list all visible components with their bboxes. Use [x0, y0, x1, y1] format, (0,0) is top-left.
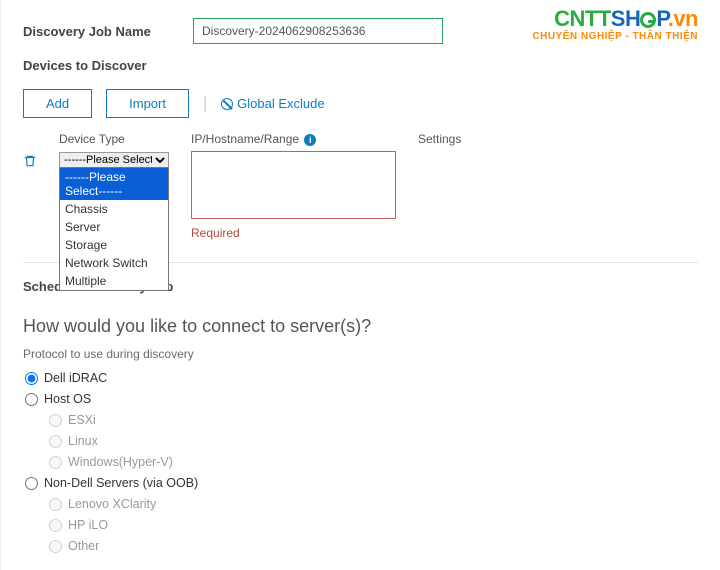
radio-non-dell[interactable]: Non-Dell Servers (via OOB) [25, 476, 698, 490]
cart-ring-icon [640, 12, 656, 28]
devices-section-title: Devices to Discover [23, 58, 698, 73]
add-button[interactable]: Add [23, 89, 92, 118]
required-text: Required [191, 226, 396, 240]
settings-label: Settings [418, 132, 698, 146]
radio-linux[interactable]: Linux [49, 434, 698, 448]
jobname-label: Discovery Job Name [23, 24, 193, 39]
trash-icon [23, 156, 37, 171]
jobname-input[interactable] [193, 18, 443, 44]
info-icon[interactable]: i [304, 134, 316, 146]
radio-dell-idrac[interactable]: Dell iDRAC [25, 371, 698, 385]
ip-hostname-input[interactable] [191, 151, 396, 219]
exclude-icon [221, 98, 233, 110]
option-please-select[interactable]: ------Please Select------ [60, 168, 168, 200]
brand-logo: CNTTSHP.vn CHUYÊN NGHIỆP - THÂN THIỆN [532, 8, 698, 42]
option-multiple[interactable]: Multiple [60, 272, 168, 290]
ip-hostname-label: IP/Hostname/Range i [191, 132, 396, 146]
device-type-dropdown[interactable]: ------Please Select------ Chassis Server… [59, 167, 169, 291]
option-network-switch[interactable]: Network Switch [60, 254, 168, 272]
radio-hpilo[interactable]: HP iLO [49, 518, 698, 532]
connect-question: How would you like to connect to server(… [23, 316, 698, 337]
option-server[interactable]: Server [60, 218, 168, 236]
global-exclude-link[interactable]: Global Exclude [221, 96, 324, 111]
radio-hyperv[interactable]: Windows(Hyper-V) [49, 455, 698, 469]
option-storage[interactable]: Storage [60, 236, 168, 254]
device-type-select[interactable]: ------Please Select------ [59, 152, 169, 168]
import-button[interactable]: Import [106, 89, 189, 118]
radio-esxi[interactable]: ESXi [49, 413, 698, 427]
radio-lenovo[interactable]: Lenovo XClarity [49, 497, 698, 511]
separator: | [203, 95, 207, 113]
delete-row-button[interactable] [23, 132, 37, 171]
radio-other[interactable]: Other [49, 539, 698, 553]
option-chassis[interactable]: Chassis [60, 200, 168, 218]
radio-host-os[interactable]: Host OS [25, 392, 698, 406]
protocol-label: Protocol to use during discovery [23, 347, 698, 361]
device-type-label: Device Type [59, 132, 169, 146]
